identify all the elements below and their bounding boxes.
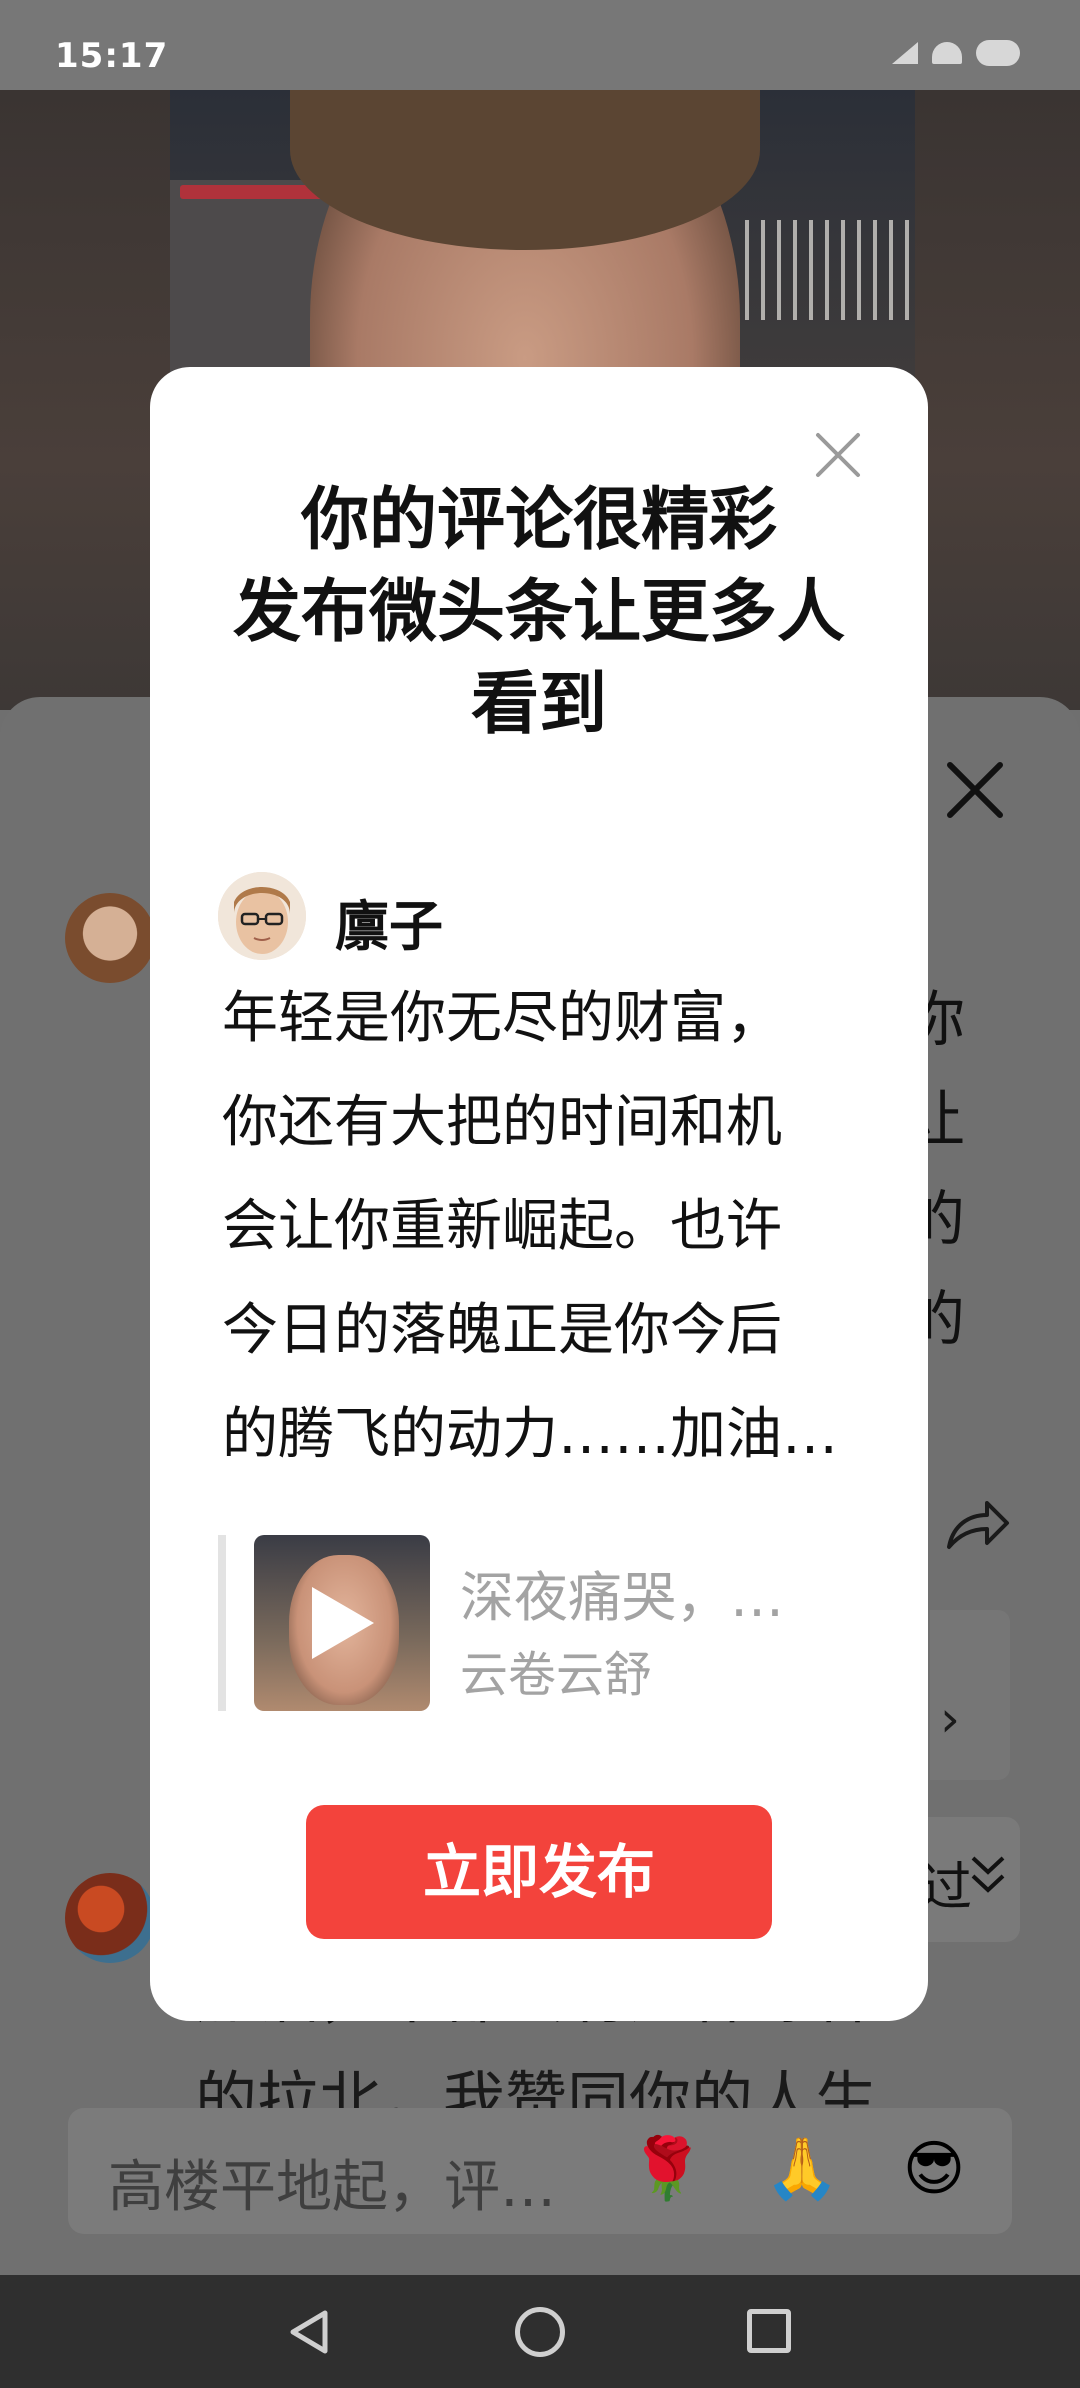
chevron-right-icon: › bbox=[940, 1690, 960, 1748]
chevron-double-down-icon bbox=[968, 1850, 1008, 1910]
rose-emoji-icon[interactable]: 🌹 bbox=[628, 2130, 706, 2208]
comment-line: 你还有大把的时间和机 bbox=[222, 1090, 782, 1155]
close-comments-icon[interactable] bbox=[940, 755, 1010, 825]
author-name: 廪子 bbox=[335, 895, 443, 958]
recent-apps-icon[interactable] bbox=[747, 2309, 791, 2353]
pray-emoji-icon[interactable]: 🙏 bbox=[763, 2130, 841, 2208]
wifi-icon bbox=[932, 42, 962, 64]
video-thumbnail[interactable] bbox=[254, 1535, 430, 1711]
back-icon[interactable] bbox=[285, 2307, 335, 2357]
signal-icon bbox=[892, 42, 918, 64]
commenter-avatar[interactable] bbox=[65, 893, 155, 983]
video-author: 云卷云舒 bbox=[460, 1647, 653, 1703]
system-navigation-bar bbox=[0, 2275, 1080, 2388]
publish-now-button[interactable]: 立即发布 bbox=[306, 1805, 772, 1939]
play-icon bbox=[312, 1587, 374, 1659]
video-scene-fence bbox=[745, 220, 915, 320]
cloud-icon bbox=[976, 40, 1020, 66]
dialog-title-line: 你的评论很精彩 bbox=[300, 481, 777, 560]
quote-divider bbox=[218, 1535, 226, 1711]
video-title: 深夜痛哭，… bbox=[460, 1566, 784, 1629]
comment-line: 年轻是你无尽的财富， bbox=[222, 986, 782, 1051]
home-icon[interactable] bbox=[515, 2307, 565, 2357]
comment-line: 会让你重新崛起。也许 bbox=[222, 1194, 782, 1259]
comment-input[interactable]: 高楼平地起，评… 🌹 🙏 😎 bbox=[68, 2108, 1012, 2234]
share-icon[interactable] bbox=[943, 1495, 1013, 1555]
status-icons bbox=[892, 40, 1020, 66]
author-avatar bbox=[218, 872, 306, 960]
dialog-title-line: 发布微头条让更多人 bbox=[232, 573, 845, 652]
sunglasses-emoji-icon[interactable]: 😎 bbox=[895, 2130, 973, 2208]
publish-dialog: 你的评论很精彩 发布微头条让更多人 看到 廪子 年轻是你无尽的财富， 你还有大把… bbox=[150, 367, 928, 2021]
dialog-title-line: 看到 bbox=[470, 665, 607, 744]
status-time: 15:17 bbox=[55, 36, 169, 76]
dialog-title: 你的评论很精彩 发布微头条让更多人 看到 bbox=[150, 475, 928, 751]
comment-line: 今日的落魄正是你今后 bbox=[222, 1298, 782, 1363]
commenter-avatar[interactable] bbox=[65, 1873, 155, 1963]
comment-input-placeholder: 高楼平地起，评… bbox=[108, 2155, 556, 2220]
comment-body: 年轻是你无尽的财富， 你还有大把的时间和机 会让你重新崛起。也许 今日的落魄正是… bbox=[222, 967, 862, 1487]
comment-line: 的腾飞的动力……加油… bbox=[222, 1402, 838, 1467]
status-bar: 15:17 bbox=[0, 0, 1080, 90]
